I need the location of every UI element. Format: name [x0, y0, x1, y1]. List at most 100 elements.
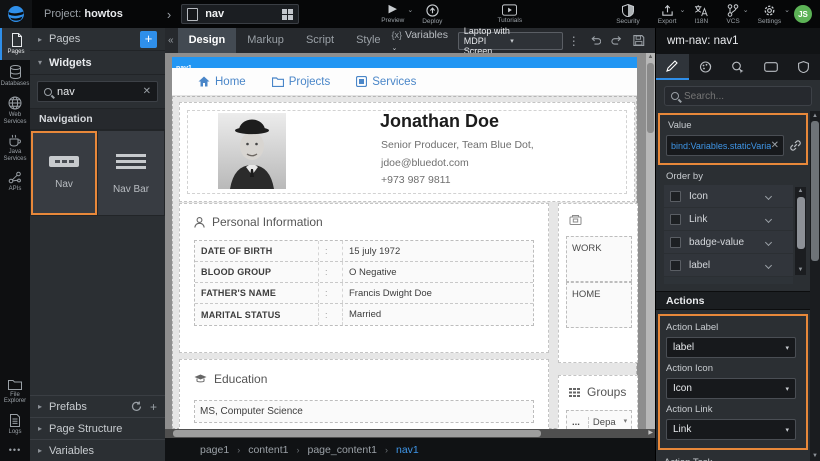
more-options-icon[interactable]: ⋮ [568, 34, 580, 48]
order-by-item-label[interactable]: label [664, 254, 793, 276]
scroll-up-icon[interactable]: ▲ [795, 187, 806, 196]
sidebar-item-logs[interactable]: Logs [0, 409, 30, 440]
design-canvas[interactable]: nav1 Home Projects Services [165, 53, 655, 429]
breadcrumb-item-page1[interactable]: page1 [200, 444, 229, 456]
contact-home-item[interactable]: HOME [566, 282, 632, 328]
i18n-button[interactable]: I18N [694, 0, 708, 28]
value-bind-input[interactable]: bind:Variables.staticVariable1.dataSet ✕ [666, 135, 784, 156]
properties-scroll-thumb[interactable] [811, 121, 819, 261]
tab-design[interactable]: Design [178, 28, 237, 53]
widget-search-field[interactable] [57, 86, 143, 98]
breadcrumb-item-nav1[interactable]: nav1 [396, 444, 419, 456]
widget-tile-nav[interactable]: Nav [31, 131, 97, 215]
order-by-item-icon[interactable]: Icon [664, 185, 793, 207]
checkbox[interactable] [670, 214, 681, 225]
vertical-scroll-thumb[interactable] [647, 63, 654, 133]
bind-link-icon[interactable] [789, 139, 802, 152]
groups-panel[interactable]: Groups ... Depa ▾ [558, 375, 638, 429]
scroll-up-icon[interactable]: ▲ [810, 111, 820, 121]
breadcrumb-item-content1[interactable]: content1 [248, 444, 288, 456]
tab-properties[interactable] [656, 54, 689, 80]
nav-services-link[interactable]: Services [356, 76, 416, 88]
preview-caret-icon[interactable]: ⌄ [407, 6, 413, 14]
tab-markup[interactable]: Markup [236, 28, 295, 53]
scroll-up-icon[interactable]: ▲ [646, 53, 655, 62]
checkbox[interactable] [670, 260, 681, 271]
variables-menu[interactable]: {x} Variables ⌄ [392, 29, 450, 53]
save-icon[interactable] [633, 34, 645, 47]
profile-panel[interactable]: Jonathan Doe Senior Producer, Team Blue … [179, 102, 635, 202]
tab-security[interactable] [787, 54, 820, 80]
redo-icon[interactable] [611, 35, 623, 46]
export-button[interactable]: Export [658, 0, 677, 28]
page-structure-section-header[interactable]: ▸ Page Structure [30, 417, 165, 439]
prefabs-section-header[interactable]: ▸ Prefabs + [30, 395, 165, 417]
tab-script[interactable]: Script [295, 28, 345, 53]
vcs-button[interactable]: VCS [726, 0, 739, 28]
undo-icon[interactable] [590, 35, 602, 46]
checkbox[interactable] [670, 191, 681, 202]
tab-events[interactable] [722, 54, 755, 80]
tab-device[interactable] [754, 54, 787, 80]
table-row[interactable]: MS, Computer Science [195, 401, 533, 422]
variables-section-header[interactable]: ▸ Variables [30, 439, 165, 461]
contact-panel[interactable]: WORK HOME [558, 203, 638, 363]
sidebar-item-web-services[interactable]: Web Services [0, 91, 30, 129]
order-by-scrollbar[interactable]: ▲ ▼ [795, 187, 806, 275]
action-label-select[interactable]: label ▾ [666, 337, 796, 358]
pages-section-header[interactable]: ▸ Pages + [30, 28, 165, 51]
security-button[interactable]: Security [616, 0, 639, 28]
chevron-down-icon[interactable] [765, 192, 772, 199]
actions-section-header[interactable]: Actions [656, 291, 820, 310]
refresh-prefabs-icon[interactable] [131, 401, 142, 412]
canvas-horizontal-scrollbar[interactable]: ▶ [165, 429, 655, 438]
profile-photo[interactable] [218, 113, 286, 189]
canvas-vertical-scrollbar[interactable]: ▲ [646, 53, 655, 429]
selected-widget-bar[interactable]: nav1 [172, 57, 637, 68]
tab-styles[interactable] [689, 54, 722, 80]
sidebar-item-databases[interactable]: Databases [0, 60, 30, 92]
settings-button[interactable]: Settings [758, 0, 782, 28]
clear-binding-icon[interactable]: ✕ [771, 140, 779, 151]
preview-button[interactable]: ▶ Preview [381, 0, 404, 28]
order-by-item-link[interactable]: Link [664, 208, 793, 230]
horizontal-scroll-thumb[interactable] [173, 430, 541, 437]
table-row[interactable]: BLOOD GROUP : O Negative [195, 262, 533, 283]
nav-home-link[interactable]: Home [198, 76, 246, 88]
chevron-down-icon[interactable] [765, 215, 772, 222]
canvas-nav-widget[interactable]: Home Projects Services [172, 68, 637, 96]
more-menu-icon[interactable]: ••• [0, 439, 30, 461]
properties-search-field[interactable] [684, 91, 805, 102]
scroll-down-icon[interactable]: ▼ [795, 266, 806, 275]
vcs-caret-icon[interactable]: ⌄ [743, 6, 749, 14]
settings-caret-icon[interactable]: ⌄ [784, 6, 790, 14]
chevron-down-icon[interactable] [765, 238, 772, 245]
personal-information-panel[interactable]: Personal Information DATE OF BIRTH : 15 … [179, 203, 549, 353]
page-selector[interactable]: nav [181, 4, 299, 24]
scroll-right-icon[interactable]: ▶ [648, 429, 653, 438]
sidebar-item-file-explorer[interactable]: File Explorer [0, 374, 30, 409]
order-by-item-badge-value[interactable]: badge-value [664, 231, 793, 253]
table-row[interactable]: MARITAL STATUS : Married [195, 304, 533, 325]
checkbox[interactable] [670, 237, 681, 248]
scroll-down-icon[interactable]: ▼ [810, 451, 820, 461]
table-row[interactable]: FATHER'S NAME : Francis Dwight Doe [195, 283, 533, 304]
nav-projects-link[interactable]: Projects [272, 76, 331, 88]
deploy-button[interactable]: Deploy [422, 0, 442, 28]
widget-tile-nav-bar[interactable]: Nav Bar [98, 131, 164, 215]
user-avatar[interactable]: JS [794, 5, 812, 23]
widgets-section-header[interactable]: ▾ Widgets [30, 51, 165, 75]
pages-grid-icon[interactable] [282, 9, 293, 20]
breadcrumb-item-page-content1[interactable]: page_content1 [308, 444, 377, 456]
properties-search-input[interactable] [664, 86, 812, 106]
action-icon-select[interactable]: Icon ▾ [666, 378, 796, 399]
order-by-scroll-thumb[interactable] [797, 197, 805, 249]
contact-work-item[interactable]: WORK [566, 236, 632, 282]
table-row[interactable]: DATE OF BIRTH : 15 july 1972 [195, 241, 533, 262]
sidebar-item-java-services[interactable]: Java Services [0, 129, 30, 166]
education-panel[interactable]: Education MS, Computer Science [179, 359, 549, 429]
canvas-page-body[interactable]: Jonathan Doe Senior Producer, Team Blue … [172, 96, 637, 429]
device-selector[interactable]: Laptop with MDPI Screen ▾ [458, 32, 563, 50]
chevron-down-icon[interactable] [765, 261, 772, 268]
groups-row[interactable]: ... Depa ▾ [566, 410, 632, 429]
